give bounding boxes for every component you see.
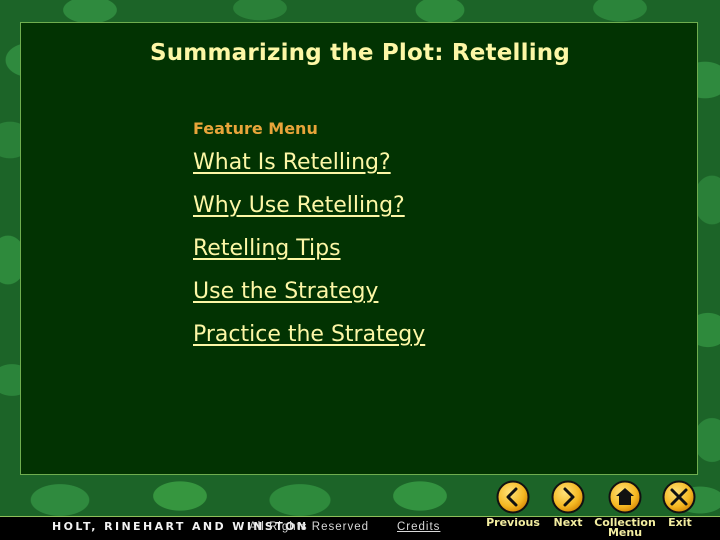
link-retelling-tips[interactable]: Retelling Tips [193,236,341,261]
rights-text: All Rights Reserved [249,521,369,533]
menu-item: What Is Retelling? [193,150,425,193]
chevron-left-icon [496,480,530,514]
collection-menu-button[interactable] [608,480,642,514]
menu-item: Practice the Strategy [193,322,425,365]
exit-label[interactable]: Exit [662,517,698,528]
next-button[interactable] [551,480,585,514]
previous-button[interactable] [496,480,530,514]
feature-menu-heading: Feature Menu [193,119,318,138]
collection-menu-label[interactable]: Collection Menu [594,517,656,539]
next-label[interactable]: Next [548,517,588,528]
link-practice-the-strategy[interactable]: Practice the Strategy [193,322,425,347]
collection-label-line2: Menu [607,526,643,539]
link-why-use-retelling[interactable]: Why Use Retelling? [193,193,405,218]
link-use-the-strategy[interactable]: Use the Strategy [193,279,378,304]
menu-item: Retelling Tips [193,236,425,279]
credits-link[interactable]: Credits [397,521,440,533]
slide-title: Summarizing the Plot: Retelling [149,40,571,66]
exit-button[interactable] [662,480,696,514]
previous-label[interactable]: Previous [484,517,542,528]
home-icon [608,480,642,514]
link-what-is-retelling[interactable]: What Is Retelling? [193,150,391,175]
menu-item: Why Use Retelling? [193,193,425,236]
chevron-right-icon [551,480,585,514]
close-icon [662,480,696,514]
menu-item: Use the Strategy [193,279,425,322]
feature-menu: What Is Retelling? Why Use Retelling? Re… [193,150,425,365]
